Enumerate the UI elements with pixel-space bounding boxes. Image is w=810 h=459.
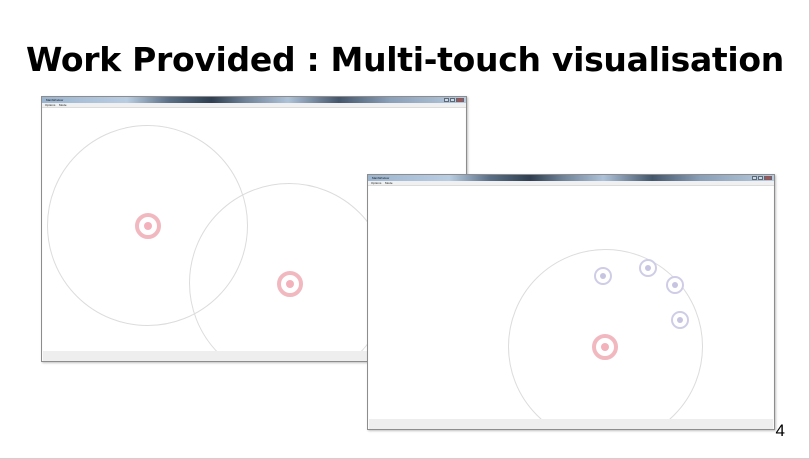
close-button[interactable] (764, 176, 772, 180)
minimize-button[interactable] (444, 98, 449, 102)
touch-canvas[interactable] (369, 186, 773, 429)
touch-point-secondary (671, 311, 689, 329)
touch-point-secondary (594, 267, 612, 285)
minimize-button[interactable] (752, 176, 757, 180)
touch-point-primary (135, 213, 161, 239)
slide-title: Work Provided : Multi-touch visualisatio… (26, 40, 784, 79)
touch-point-primary (592, 334, 618, 360)
maximize-button[interactable] (450, 98, 455, 102)
touch-point-secondary (666, 276, 684, 294)
maximize-button[interactable] (758, 176, 763, 180)
touch-point-primary (277, 271, 303, 297)
slide-number: 4 (775, 421, 785, 440)
slide: Work Provided : Multi-touch visualisatio… (0, 0, 810, 459)
window-controls (752, 176, 772, 180)
window-controls (444, 98, 464, 102)
close-button[interactable] (456, 98, 464, 102)
touch-point-secondary (639, 259, 657, 277)
app-window-2: MainWindow Options Mode (367, 174, 775, 430)
status-bar (369, 419, 773, 429)
